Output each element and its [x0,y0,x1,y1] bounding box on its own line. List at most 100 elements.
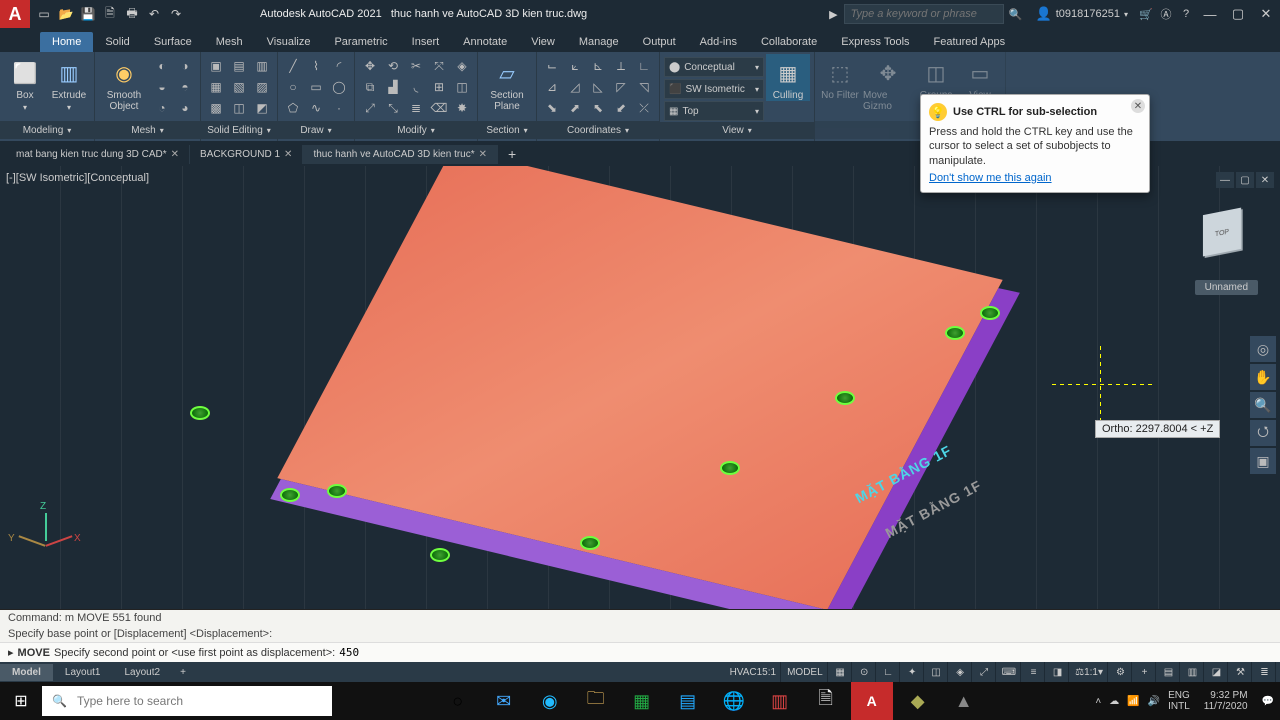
word-icon[interactable]: ▤ [667,682,709,720]
status-otrack-icon[interactable]: ⤢ [974,662,996,682]
nav-pan-icon[interactable]: ✋ [1250,364,1276,390]
se-btn-9[interactable]: ◩ [251,98,273,118]
panel-view[interactable]: View▾ [660,122,814,139]
close-button[interactable]: ✕ [1252,3,1280,25]
draw-circle[interactable]: ○ [282,77,304,97]
ucs-icon[interactable]: Z Y X [18,513,74,569]
taskview-icon[interactable]: ○ [437,682,479,720]
draw-ellipse[interactable]: ◯ [328,77,350,97]
command-window[interactable]: Command: m MOVE 551 found Specify base p… [0,609,1280,662]
a360-icon[interactable]: Ⓐ [1156,6,1176,22]
tab-view[interactable]: View [519,32,567,52]
ucs-6[interactable]: ⊿ [541,77,563,97]
tray-network-icon[interactable]: 📶 [1127,696,1139,707]
ppt-icon[interactable]: ▥ [759,682,801,720]
tab-manage[interactable]: Manage [567,32,631,52]
se-btn-7[interactable]: ▩ [205,98,227,118]
taskbar-search-input[interactable]: 🔍 Type here to search [42,686,332,716]
mod-trim[interactable]: ✂ [405,56,427,76]
undo-icon[interactable]: ↶ [144,4,164,24]
saveas-icon[interactable]: 🗎 [100,4,120,24]
view-cube[interactable]: TOP [1186,200,1258,272]
draw-arc[interactable]: ◜ [328,56,350,76]
ucs-7[interactable]: ◿ [564,77,586,97]
tray-chevron-up-icon[interactable]: ˄ [1095,696,1101,707]
mail-icon[interactable]: ✉ [483,682,525,720]
viewport-label[interactable]: [-][SW Isometric][Conceptual] [6,172,149,184]
tray-onedrive-icon[interactable]: ☁ [1109,696,1119,707]
se-btn-5[interactable]: ▧ [228,77,250,97]
mod-3dmirror[interactable]: ◫ [451,77,473,97]
status-ws-icon[interactable]: ⚒ [1230,662,1252,682]
kbd-indicator[interactable]: INTL [1168,701,1190,712]
mod-scale[interactable]: ⤡ [382,98,404,118]
mod-gizmo[interactable]: ⤧ [428,56,450,76]
tab-insert[interactable]: Insert [400,32,452,52]
mod-mirror[interactable]: ▟ [382,77,404,97]
mesh-btn-3[interactable]: ◒ [151,77,173,97]
status-custom-icon[interactable]: ≣ [1254,662,1276,682]
layout-1[interactable]: Layout1 [53,664,113,681]
status-tpy-icon[interactable]: ◨ [1047,662,1069,682]
app-logo-icon[interactable]: A [0,0,30,28]
mod-stretch[interactable]: ⤢ [359,98,381,118]
tab-surface[interactable]: Surface [142,32,204,52]
search-icon[interactable]: 🔍 [1004,8,1028,21]
view-top-dropdown[interactable]: ▦ Top▾ [664,101,764,121]
status-ann-icon[interactable]: ◪ [1206,662,1228,682]
status-plus-icon[interactable]: + [1134,662,1156,682]
draw-line[interactable]: ╱ [282,56,304,76]
status-qp-icon[interactable]: ▥ [1182,662,1204,682]
ucs-1[interactable]: ⌙ [541,56,563,76]
mod-explode[interactable]: ✸ [451,98,473,118]
column-marker[interactable] [980,306,1000,320]
column-marker[interactable] [190,406,210,420]
ucs-3[interactable]: ⊾ [587,56,609,76]
mod-fillet[interactable]: ◟ [405,77,427,97]
autocad-icon[interactable]: A [851,682,893,720]
mesh-btn-6[interactable]: ◕ [174,98,196,118]
open-icon[interactable]: 📂 [56,4,76,24]
ucs-15[interactable]: ⤫ [633,98,655,118]
view-direction-dropdown[interactable]: ⬛ SW Isometric▾ [664,79,764,99]
vp-close-icon[interactable]: ✕ [1256,172,1274,188]
tab-output[interactable]: Output [631,32,688,52]
layout-model[interactable]: Model [0,664,53,681]
panel-mesh[interactable]: Mesh▾ [95,121,200,139]
panel-section[interactable]: Section▾ [478,121,536,139]
mod-copy[interactable]: ⧉ [359,77,381,97]
status-ortho-icon[interactable]: ∟ [878,662,900,682]
nav-zoom-icon[interactable]: 🔍 [1250,392,1276,418]
status-iso-icon[interactable]: ▤ [1158,662,1180,682]
column-marker[interactable] [430,548,450,562]
status-grid-icon[interactable]: ▦ [830,662,852,682]
notepad-icon[interactable]: 🗎 [805,682,847,720]
ucs-14[interactable]: ⬋ [610,98,632,118]
move-gizmo-button[interactable]: ✥Move Gizmo [863,54,913,112]
vp-minimize-icon[interactable]: — [1216,172,1234,188]
column-marker[interactable] [580,536,600,550]
notifications-icon[interactable]: 💬 [1262,696,1274,707]
doc-tab-0[interactable]: mat bang kien truc dung 3D CAD*✕ [6,145,190,164]
tab-solid[interactable]: Solid [93,32,141,52]
se-btn-4[interactable]: ▦ [205,77,227,97]
ucs-2[interactable]: ⟀ [564,56,586,76]
tray-volume-icon[interactable]: 🔊 [1148,696,1160,707]
box-button[interactable]: ⬜Box▾ [4,54,46,112]
ucs-12[interactable]: ⬈ [564,98,586,118]
minimize-button[interactable]: — [1196,3,1224,25]
culling-button[interactable]: ▦Culling [766,54,810,101]
mesh-btn-2[interactable]: ◑ [174,56,196,76]
column-marker[interactable] [945,326,965,340]
close-icon[interactable]: ✕ [171,149,179,160]
panel-coordinates[interactable]: Coordinates▾ [537,121,659,139]
ucs-9[interactable]: ◸ [610,77,632,97]
se-btn-6[interactable]: ▨ [251,77,273,97]
ucs-13[interactable]: ⬉ [587,98,609,118]
ucs-4[interactable]: ⟂ [610,56,632,76]
new-doc-tab[interactable]: + [498,146,526,162]
lang-indicator[interactable]: ENG [1168,690,1190,701]
ucs-8[interactable]: ◺ [587,77,609,97]
no-filter-button[interactable]: ⬚No Filter [819,54,861,101]
mesh-btn-1[interactable]: ◐ [151,56,173,76]
